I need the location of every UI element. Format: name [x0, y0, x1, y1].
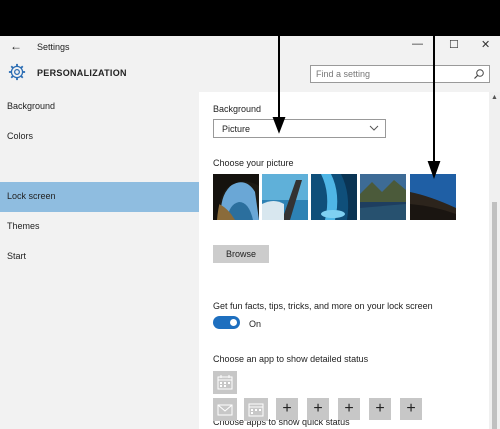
gear-icon	[8, 63, 26, 81]
fun-facts-toggle[interactable]	[213, 316, 240, 329]
sidebar-item-label: Lock screen	[7, 191, 56, 201]
minimize-button[interactable]: —	[412, 38, 423, 50]
vertical-scrollbar[interactable]: ▲	[489, 92, 500, 429]
header: PERSONALIZATION Find a setting	[0, 58, 500, 92]
sidebar-item-lock-screen[interactable]: Lock screen	[0, 182, 199, 212]
add-quick-status-button-3[interactable]: +	[338, 398, 360, 420]
browse-button[interactable]: Browse	[213, 245, 269, 263]
choose-picture-label: Choose your picture	[213, 158, 294, 168]
toggle-knob	[230, 319, 237, 326]
app-title: Settings	[37, 42, 70, 52]
detailed-status-app-button[interactable]	[213, 371, 237, 394]
sidebar-item-label: Start	[7, 251, 27, 261]
sidebar: Background Colors Lock screen Themes Sta…	[0, 92, 199, 429]
title-bar: ← Settings — ☐ ✕	[0, 36, 500, 58]
page-title: PERSONALIZATION	[37, 68, 127, 78]
picture-thumbnail-dunes[interactable]	[410, 174, 456, 220]
mail-icon	[217, 404, 233, 416]
picture-thumbnail-arch[interactable]	[262, 174, 308, 220]
detailed-status-label: Choose an app to show detailed status	[213, 354, 369, 364]
quick-status-calendar-button[interactable]	[244, 398, 268, 421]
scroll-up-icon[interactable]: ▲	[491, 94, 498, 101]
calendar-icon	[248, 403, 264, 417]
toggle-state-label: On	[249, 319, 262, 329]
add-quick-status-button-5[interactable]: +	[400, 398, 422, 420]
sidebar-item-label: Background	[7, 101, 56, 111]
sidebar-item-background[interactable]: Background	[0, 92, 199, 122]
main-content: Background Picture Choose your picture B…	[199, 92, 489, 429]
chevron-down-icon	[369, 125, 379, 131]
scrollbar-thumb[interactable]	[492, 202, 497, 429]
picture-thumbnail-waterfall[interactable]	[311, 174, 357, 220]
add-quick-status-button-1[interactable]: +	[276, 398, 298, 420]
search-placeholder: Find a setting	[316, 69, 371, 79]
quick-status-mail-button[interactable]	[213, 398, 237, 421]
background-label: Background	[213, 104, 262, 114]
add-quick-status-button-4[interactable]: +	[369, 398, 391, 420]
search-input[interactable]: Find a setting	[310, 65, 490, 83]
maximize-button[interactable]: ☐	[449, 38, 459, 51]
picture-thumbnail-lake[interactable]	[360, 174, 406, 220]
search-icon	[474, 69, 484, 79]
fun-facts-label: Get fun facts, tips, tricks, and more on…	[213, 301, 433, 311]
close-button[interactable]: ✕	[481, 38, 490, 51]
background-dropdown[interactable]: Picture	[213, 119, 386, 138]
sidebar-item-colors[interactable]: Colors	[0, 122, 199, 152]
settings-window: ← Settings — ☐ ✕ PERSONALIZATION Find a …	[0, 36, 500, 429]
sidebar-item-start[interactable]: Start	[0, 242, 199, 272]
sidebar-item-themes[interactable]: Themes	[0, 212, 199, 242]
add-quick-status-button-2[interactable]: +	[307, 398, 329, 420]
back-arrow-icon[interactable]: ←	[10, 39, 22, 53]
sidebar-item-label: Colors	[7, 131, 34, 141]
calendar-icon	[217, 375, 233, 390]
sidebar-item-label: Themes	[7, 221, 40, 231]
picture-thumbnail-cave[interactable]	[213, 174, 259, 220]
background-dropdown-value: Picture	[222, 124, 251, 134]
